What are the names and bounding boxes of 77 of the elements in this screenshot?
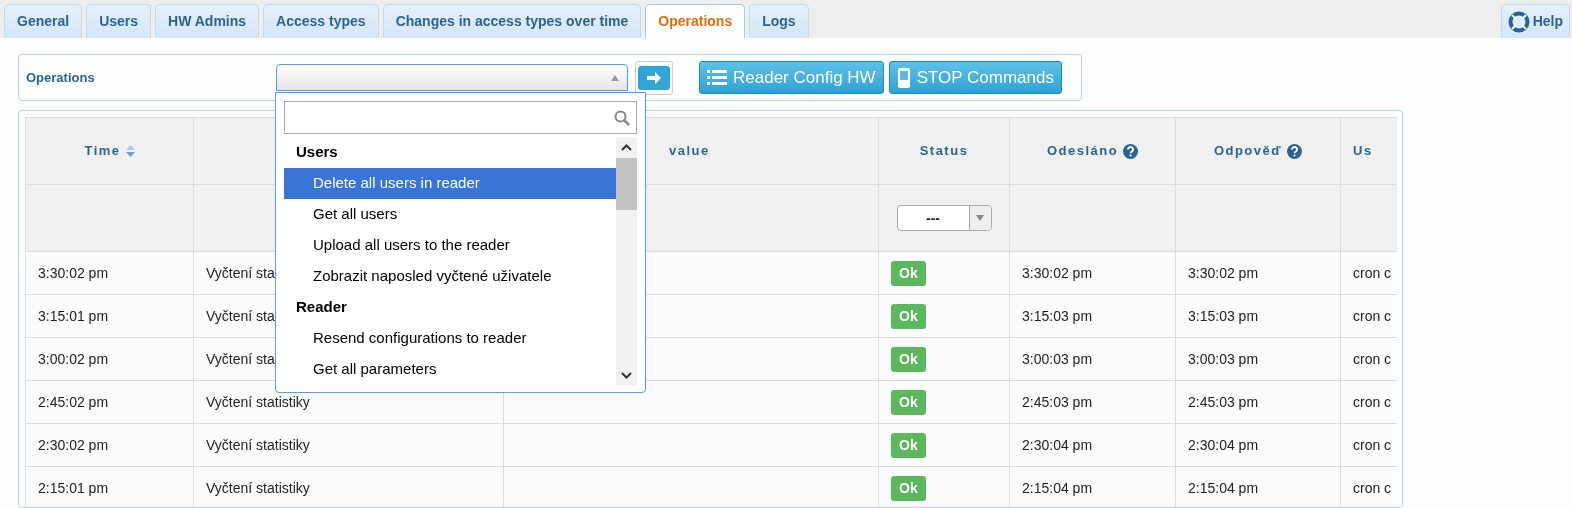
table-cell: 2:30:04 pm (1188, 436, 1259, 453)
status-badge: Ok (891, 346, 926, 372)
table-cell: Vyčtení statistiky (206, 436, 310, 453)
search-field[interactable] (284, 101, 637, 134)
dropdown-option[interactable]: Zobrazit naposled vyčtené uživatele (284, 261, 616, 292)
table-cell: 3:00:03 pm (1022, 350, 1093, 367)
tab[interactable]: Users (86, 4, 152, 38)
tab[interactable]: Logs (749, 4, 809, 38)
lifebuoy-icon (1507, 10, 1530, 33)
table-cell: cron c (1353, 436, 1392, 453)
scroll-thumb[interactable] (616, 158, 637, 210)
tab[interactable]: Changes in access types over time (382, 4, 642, 38)
table-cell: Vyčtení sta (206, 350, 275, 367)
status-badge: Ok (891, 260, 926, 286)
table-cell: Vyčtení sta (206, 307, 275, 324)
dropdown-option[interactable]: Delete all users in reader (284, 168, 616, 199)
column-header: Odesláno (1046, 142, 1119, 161)
table-cell: 2:45:03 pm (1188, 393, 1259, 410)
caret-icon (611, 74, 619, 81)
status-badge: Ok (891, 303, 926, 329)
tab[interactable]: HW Admins (155, 4, 260, 38)
dropdown-option[interactable]: Get all parameters (284, 354, 616, 385)
device-icon (896, 66, 911, 89)
table-cell: Vyčtení sta (206, 264, 275, 281)
status-filter[interactable]: --- (896, 205, 992, 231)
tab[interactable]: Operations (645, 4, 746, 38)
table-cell: cron c (1353, 393, 1392, 410)
table-cell: cron c (1353, 479, 1392, 496)
table-cell: 2:30:02 pm (38, 436, 109, 453)
table-cell: 2:15:04 pm (1188, 479, 1259, 496)
table-cell: 3:30:02 pm (38, 264, 109, 281)
operations-label: Operations (26, 68, 96, 87)
table-cell: 3:15:03 pm (1022, 307, 1093, 324)
scrollbar[interactable] (616, 137, 637, 385)
column-header[interactable]: Time (84, 141, 121, 161)
arrow-right-icon (646, 70, 662, 85)
table-cell: Vyčtení statistiky (206, 479, 310, 496)
table-cell: 3:15:01 pm (38, 307, 109, 324)
column-header: Odpověď (1213, 142, 1283, 161)
search-icon (614, 109, 630, 126)
table-cell: 2:45:02 pm (38, 393, 109, 410)
dropdown-option[interactable]: Get all users (284, 199, 616, 230)
table-cell: 3:30:02 pm (1022, 264, 1093, 281)
tab[interactable]: Access types (263, 4, 379, 38)
help-button[interactable]: Help (1500, 4, 1570, 38)
table-cell: cron c (1353, 350, 1392, 367)
table-cell: Vyčtení statistiky (206, 393, 310, 410)
table-cell: 3:30:02 pm (1188, 264, 1259, 281)
status-badge: Ok (891, 475, 926, 501)
status-badge: Ok (891, 432, 926, 458)
operation-select[interactable] (276, 64, 628, 91)
help-icon[interactable] (1123, 143, 1139, 159)
help-icon[interactable] (1287, 143, 1303, 159)
scroll-up-icon[interactable] (621, 144, 632, 151)
option-group-label: Users (295, 142, 339, 163)
status-badge: Ok (891, 389, 926, 415)
table-cell: 3:00:03 pm (1188, 350, 1259, 367)
column-header: Us (1353, 142, 1373, 161)
sort-icon[interactable] (125, 145, 135, 157)
table-cell: cron c (1353, 264, 1392, 281)
dropdown-option[interactable]: Resend configurations to reader (284, 323, 616, 354)
column-header: Status (919, 142, 969, 161)
dropdown-option[interactable]: Upload all users to the reader (284, 230, 616, 261)
table-cell: 2:45:03 pm (1022, 393, 1093, 410)
table-cell: cron c (1353, 307, 1392, 324)
go-button[interactable] (638, 65, 670, 90)
option-group-label: Reader (295, 297, 348, 318)
column-header: value (669, 142, 710, 161)
tab[interactable]: General (4, 4, 83, 38)
table-cell: 2:30:04 pm (1022, 436, 1093, 453)
list-icon (707, 68, 727, 87)
caret-icon (976, 215, 984, 221)
table-cell: 2:15:01 pm (38, 479, 109, 496)
scroll-down-icon[interactable] (621, 372, 632, 379)
table-cell: 2:15:04 pm (1022, 479, 1093, 496)
table-cell: 3:15:03 pm (1188, 307, 1259, 324)
table-cell: 3:00:02 pm (38, 350, 109, 367)
